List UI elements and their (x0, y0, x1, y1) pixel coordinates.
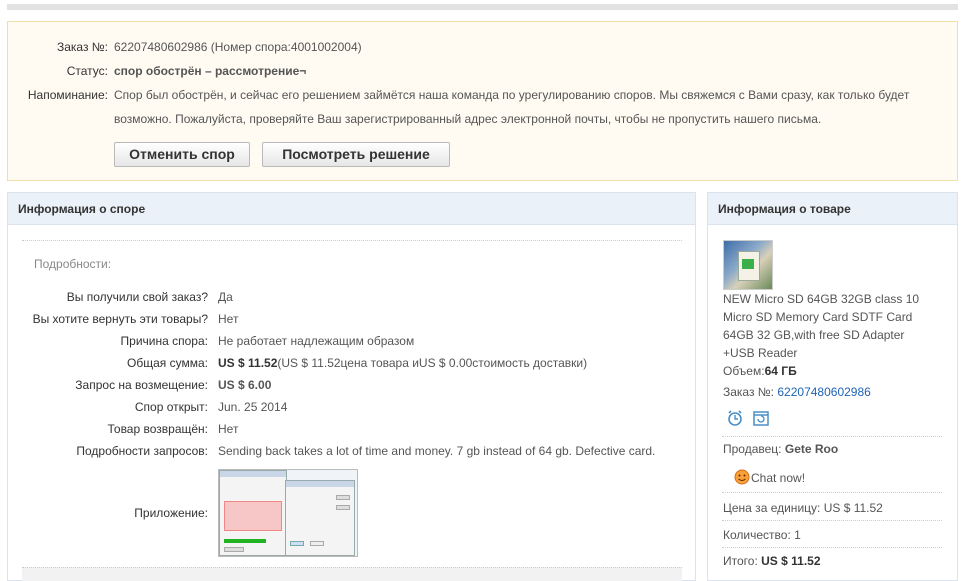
divider (722, 547, 942, 548)
dispute-info-panel: Информация о споре Подробности: Вы получ… (7, 192, 696, 581)
total-amount: US $ 11.52 (218, 356, 278, 370)
info-value: Нет (218, 312, 239, 326)
info-row-total: Общая сумма: US $ 11.52(US $ 11.52цена т… (8, 353, 688, 373)
calendar-refresh-icon[interactable] (752, 409, 770, 427)
status-value: спор обострён – рассмотрение¬ (114, 64, 307, 78)
quantity-value: 1 (794, 528, 801, 542)
top-divider (7, 4, 958, 10)
info-value: US $ 11.52(US $ 11.52цена товара иUS $ 0… (218, 353, 587, 373)
unit-price-value: US $ 11.52 (823, 501, 883, 515)
info-label: Спор открыт: (134, 400, 208, 414)
reminder-label: Напоминание: (27, 88, 108, 102)
product-name-line3[interactable]: 64GB 32 GB,with free SD Adapter (723, 326, 904, 344)
details-heading: Подробности: (34, 257, 112, 271)
refund-amount: US $ 6.00 (218, 378, 272, 392)
info-value: Не работает надлежащим образом (218, 334, 415, 348)
info-value: Jun. 25 2014 (218, 400, 288, 414)
volume-label: Объем: (723, 364, 765, 378)
view-decision-button[interactable]: Посмотреть решение (262, 142, 450, 167)
info-row-returned: Товар возвращён: Нет (8, 419, 688, 439)
dispute-status-box: Заказ №: 62207480602986 (Номер спора:400… (7, 21, 958, 181)
product-info-panel: Информация о товаре NEW Micro SD 64GB 32… (707, 192, 958, 581)
dispute-info-title: Информация о споре (8, 193, 695, 225)
product-name-line1[interactable]: NEW Micro SD 64GB 32GB class 10 (723, 290, 919, 308)
attachment-thumbnail[interactable] (218, 469, 358, 557)
info-label: Подробности запросов: (76, 444, 208, 458)
alarm-clock-icon[interactable] (726, 409, 744, 427)
info-row-return: Вы хотите вернуть эти товары? Нет (8, 309, 688, 329)
status-label: Статус: (66, 64, 108, 78)
order-label: Заказ №: (723, 385, 775, 399)
info-label: Запрос на возмещение: (75, 378, 208, 392)
cancel-dispute-button[interactable]: Отменить спор (114, 142, 250, 167)
info-label: Причина спора: (120, 334, 208, 348)
seller-label: Продавец: (723, 442, 782, 456)
product-order-number: Заказ №: 62207480602986 (723, 383, 871, 401)
unit-price-label: Цена за единицу: (723, 501, 821, 515)
product-thumbnail[interactable] (723, 240, 773, 290)
thumbnail-window-1 (219, 470, 287, 556)
reminder-text-line1: Спор был обострён, и сейчас его решением… (114, 88, 910, 102)
attachment-label: Приложение: (134, 506, 208, 520)
info-row-received: Вы получили свой заказ? Да (8, 287, 688, 307)
info-row-reason: Причина спора: Не работает надлежащим об… (8, 331, 688, 351)
quantity-label: Количество: (723, 528, 791, 542)
order-value: 62207480602986 (Номер спора:4001002004) (114, 40, 362, 54)
chat-now-link[interactable]: Chat now! (751, 469, 805, 487)
product-name-line2[interactable]: Micro SD Memory Card SDTF Card (723, 308, 912, 326)
total-row: Итого: US $ 11.52 (723, 552, 821, 570)
info-label: Вы получили свой заказ? (66, 290, 208, 304)
info-label: Вы хотите вернуть эти товары? (32, 312, 208, 326)
total-label: Итого: (723, 554, 758, 568)
section-footer-bar (22, 567, 682, 581)
seller-row: Продавец: Gete Roo (723, 440, 838, 458)
quantity-row: Количество: 1 (723, 526, 801, 544)
order-link[interactable]: 62207480602986 (777, 385, 870, 399)
chat-smiley-icon[interactable] (734, 469, 750, 485)
order-label: Заказ №: (56, 40, 108, 54)
info-label: Общая сумма: (127, 356, 208, 370)
total-value: US $ 11.52 (761, 554, 821, 568)
info-row-request-details: Подробности запросов: Sending back takes… (8, 441, 688, 461)
product-info-title: Информация о товаре (708, 193, 957, 225)
volume-value: 64 ГБ (764, 364, 797, 378)
product-volume: Объем:64 ГБ (723, 362, 797, 380)
thumbnail-window-2 (285, 480, 355, 556)
unit-price-row: Цена за единицу: US $ 11.52 (723, 499, 883, 517)
divider (722, 520, 942, 521)
info-value: Да (218, 290, 233, 304)
info-value: Нет (218, 422, 239, 436)
info-value: Sending back takes a lot of time and mon… (218, 444, 656, 458)
reminder-text-line2: возможно. Пожалуйста, проверяйте Ваш зар… (114, 112, 822, 126)
total-breakdown: (US $ 11.52цена товара иUS $ 0.00стоимос… (277, 356, 588, 370)
product-name-line4[interactable]: +USB Reader (723, 344, 797, 362)
info-row-opened: Спор открыт: Jun. 25 2014 (8, 397, 688, 417)
seller-name: Gete Roo (784, 442, 839, 456)
divider (722, 492, 942, 493)
info-row-refund: Запрос на возмещение: US $ 6.00 (8, 375, 688, 395)
divider (22, 240, 682, 241)
divider (722, 436, 942, 437)
info-label: Товар возвращён: (107, 422, 209, 436)
